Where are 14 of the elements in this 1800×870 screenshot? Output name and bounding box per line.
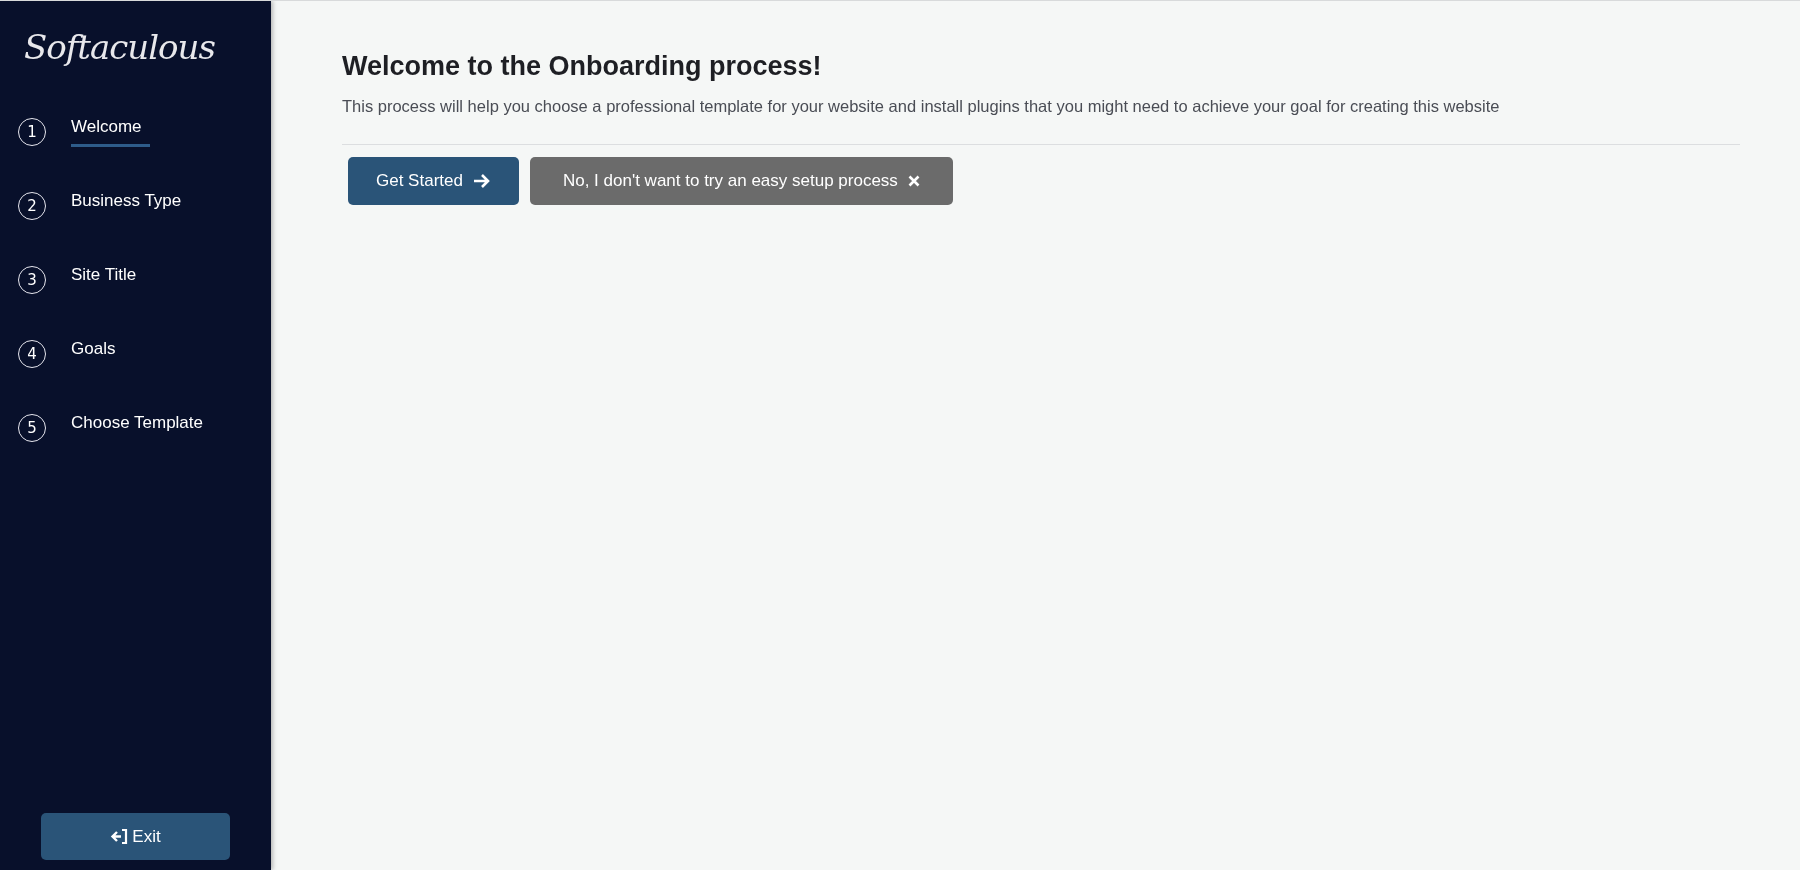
logo: Softaculous <box>24 27 216 67</box>
get-started-button[interactable]: Get Started <box>348 157 519 205</box>
arrow-right-icon <box>472 173 491 189</box>
exit-button[interactable]: Exit <box>41 813 230 860</box>
page-title: Welcome to the Onboarding process! <box>342 51 823 82</box>
step-link[interactable]: Choose Template <box>71 413 211 443</box>
step-link[interactable]: Goals <box>71 339 124 369</box>
exit-icon <box>110 828 130 845</box>
step-link[interactable]: Site Title <box>71 265 145 295</box>
description-text: This process will help you choose a professional template for your website and install plugins that you might need to achieve your goal for creating this website <box>342 97 1501 116</box>
step-link[interactable]: Welcome <box>71 117 150 147</box>
step-link[interactable]: Business Type <box>71 191 190 221</box>
close-icon <box>907 175 920 187</box>
skip-setup-button[interactable]: No, I don't want to try an easy setup process <box>529 157 953 205</box>
